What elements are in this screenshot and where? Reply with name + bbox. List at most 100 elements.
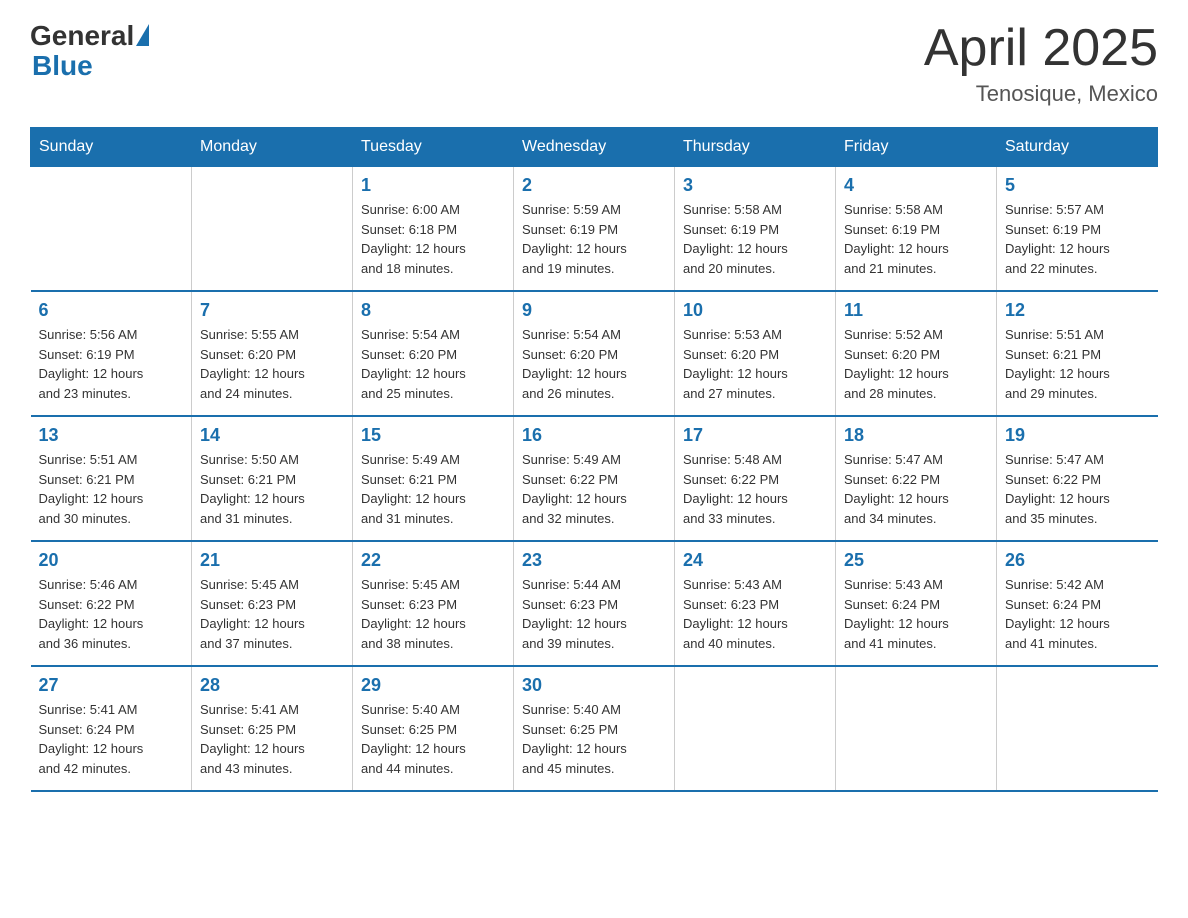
weekday-header-friday: Friday	[836, 128, 997, 167]
day-number: 18	[844, 425, 988, 446]
day-info: Sunrise: 5:59 AMSunset: 6:19 PMDaylight:…	[522, 200, 666, 278]
calendar-cell: 19 Sunrise: 5:47 AMSunset: 6:22 PMDayligh…	[997, 416, 1158, 541]
calendar-cell: 18 Sunrise: 5:47 AMSunset: 6:22 PMDayligh…	[836, 416, 997, 541]
weekday-header-sunday: Sunday	[31, 128, 192, 167]
calendar-cell: 13Sunrise: 5:51 AMSunset: 6:21 PMDayligh…	[31, 416, 192, 541]
calendar-cell: 15 Sunrise: 5:49 AMSunset: 6:21 PMDayligh…	[353, 416, 514, 541]
day-info: Sunrise: 5:47 AMSunset: 6:22 PMDaylight:…	[1005, 450, 1150, 528]
day-info: Sunrise: 5:45 AMSunset: 6:23 PMDaylight:…	[361, 575, 505, 653]
day-info: Sunrise: 5:49 AMSunset: 6:22 PMDaylight:…	[522, 450, 666, 528]
day-number: 6	[39, 300, 184, 321]
logo-general-text: General	[30, 20, 134, 52]
day-info: Sunrise: 6:00 AMSunset: 6:18 PMDaylight:…	[361, 200, 505, 278]
calendar-cell: 30 Sunrise: 5:40 AMSunset: 6:25 PMDayligh…	[514, 666, 675, 791]
day-info: Sunrise: 5:40 AMSunset: 6:25 PMDaylight:…	[361, 700, 505, 778]
day-info: Sunrise: 5:54 AMSunset: 6:20 PMDaylight:…	[522, 325, 666, 403]
calendar-cell: 2 Sunrise: 5:59 AMSunset: 6:19 PMDaylight…	[514, 167, 675, 292]
calendar-cell: 28 Sunrise: 5:41 AMSunset: 6:25 PMDayligh…	[192, 666, 353, 791]
day-number: 28	[200, 675, 344, 696]
day-number: 21	[200, 550, 344, 571]
calendar-cell	[836, 666, 997, 791]
day-info: Sunrise: 5:48 AMSunset: 6:22 PMDaylight:…	[683, 450, 827, 528]
calendar-cell: 6Sunrise: 5:56 AMSunset: 6:19 PMDaylight…	[31, 291, 192, 416]
calendar-cell: 11 Sunrise: 5:52 AMSunset: 6:20 PMDayligh…	[836, 291, 997, 416]
weekday-header-saturday: Saturday	[997, 128, 1158, 167]
day-info: Sunrise: 5:54 AMSunset: 6:20 PMDaylight:…	[361, 325, 505, 403]
calendar-cell	[31, 167, 192, 292]
weekday-header-wednesday: Wednesday	[514, 128, 675, 167]
day-info: Sunrise: 5:42 AMSunset: 6:24 PMDaylight:…	[1005, 575, 1150, 653]
day-number: 15	[361, 425, 505, 446]
calendar-cell: 9 Sunrise: 5:54 AMSunset: 6:20 PMDaylight…	[514, 291, 675, 416]
calendar-title: April 2025	[924, 20, 1158, 77]
week-row-3: 13Sunrise: 5:51 AMSunset: 6:21 PMDayligh…	[31, 416, 1158, 541]
day-info: Sunrise: 5:41 AMSunset: 6:25 PMDaylight:…	[200, 700, 344, 778]
day-info: Sunrise: 5:51 AMSunset: 6:21 PMDaylight:…	[1005, 325, 1150, 403]
day-info: Sunrise: 5:53 AMSunset: 6:20 PMDaylight:…	[683, 325, 827, 403]
day-info: Sunrise: 5:58 AMSunset: 6:19 PMDaylight:…	[844, 200, 988, 278]
day-info: Sunrise: 5:50 AMSunset: 6:21 PMDaylight:…	[200, 450, 344, 528]
calendar-cell: 21 Sunrise: 5:45 AMSunset: 6:23 PMDayligh…	[192, 541, 353, 666]
day-number: 26	[1005, 550, 1150, 571]
calendar-table: SundayMondayTuesdayWednesdayThursdayFrid…	[30, 127, 1158, 792]
weekday-header-tuesday: Tuesday	[353, 128, 514, 167]
weekday-header-thursday: Thursday	[675, 128, 836, 167]
day-info: Sunrise: 5:43 AMSunset: 6:24 PMDaylight:…	[844, 575, 988, 653]
calendar-cell: 3Sunrise: 5:58 AMSunset: 6:19 PMDaylight…	[675, 167, 836, 292]
calendar-cell: 16 Sunrise: 5:49 AMSunset: 6:22 PMDayligh…	[514, 416, 675, 541]
calendar-cell	[192, 167, 353, 292]
day-info: Sunrise: 5:52 AMSunset: 6:20 PMDaylight:…	[844, 325, 988, 403]
day-number: 14	[200, 425, 344, 446]
header: General Blue April 2025 Tenosique, Mexic…	[30, 20, 1158, 107]
day-number: 2	[522, 175, 666, 196]
calendar-cell: 24Sunrise: 5:43 AMSunset: 6:23 PMDayligh…	[675, 541, 836, 666]
weekday-header-monday: Monday	[192, 128, 353, 167]
day-info: Sunrise: 5:49 AMSunset: 6:21 PMDaylight:…	[361, 450, 505, 528]
weekday-header-row: SundayMondayTuesdayWednesdayThursdayFrid…	[31, 128, 1158, 167]
day-info: Sunrise: 5:57 AMSunset: 6:19 PMDaylight:…	[1005, 200, 1150, 278]
day-number: 23	[522, 550, 666, 571]
day-number: 4	[844, 175, 988, 196]
week-row-5: 27Sunrise: 5:41 AMSunset: 6:24 PMDayligh…	[31, 666, 1158, 791]
week-row-1: 1 Sunrise: 6:00 AMSunset: 6:18 PMDaylight…	[31, 167, 1158, 292]
calendar-cell: 26 Sunrise: 5:42 AMSunset: 6:24 PMDayligh…	[997, 541, 1158, 666]
calendar-cell: 23Sunrise: 5:44 AMSunset: 6:23 PMDayligh…	[514, 541, 675, 666]
logo-blue-text: Blue	[32, 50, 93, 82]
day-number: 5	[1005, 175, 1150, 196]
day-info: Sunrise: 5:47 AMSunset: 6:22 PMDaylight:…	[844, 450, 988, 528]
calendar-cell: 20 Sunrise: 5:46 AMSunset: 6:22 PMDayligh…	[31, 541, 192, 666]
day-info: Sunrise: 5:58 AMSunset: 6:19 PMDaylight:…	[683, 200, 827, 278]
day-number: 8	[361, 300, 505, 321]
calendar-cell: 14 Sunrise: 5:50 AMSunset: 6:21 PMDayligh…	[192, 416, 353, 541]
calendar-cell: 8 Sunrise: 5:54 AMSunset: 6:20 PMDaylight…	[353, 291, 514, 416]
calendar-cell	[675, 666, 836, 791]
day-number: 17	[683, 425, 827, 446]
calendar-cell: 25 Sunrise: 5:43 AMSunset: 6:24 PMDayligh…	[836, 541, 997, 666]
logo: General Blue	[30, 20, 149, 82]
day-number: 10	[683, 300, 827, 321]
day-number: 11	[844, 300, 988, 321]
day-number: 30	[522, 675, 666, 696]
week-row-2: 6Sunrise: 5:56 AMSunset: 6:19 PMDaylight…	[31, 291, 1158, 416]
title-area: April 2025 Tenosique, Mexico	[924, 20, 1158, 107]
day-number: 13	[39, 425, 184, 446]
day-number: 27	[39, 675, 184, 696]
day-info: Sunrise: 5:55 AMSunset: 6:20 PMDaylight:…	[200, 325, 344, 403]
day-number: 25	[844, 550, 988, 571]
day-number: 22	[361, 550, 505, 571]
week-row-4: 20 Sunrise: 5:46 AMSunset: 6:22 PMDayligh…	[31, 541, 1158, 666]
day-number: 24	[683, 550, 827, 571]
day-number: 19	[1005, 425, 1150, 446]
day-info: Sunrise: 5:45 AMSunset: 6:23 PMDaylight:…	[200, 575, 344, 653]
day-info: Sunrise: 5:40 AMSunset: 6:25 PMDaylight:…	[522, 700, 666, 778]
day-info: Sunrise: 5:46 AMSunset: 6:22 PMDaylight:…	[39, 575, 184, 653]
day-number: 20	[39, 550, 184, 571]
day-number: 16	[522, 425, 666, 446]
calendar-cell: 12Sunrise: 5:51 AMSunset: 6:21 PMDayligh…	[997, 291, 1158, 416]
calendar-cell: 10 Sunrise: 5:53 AMSunset: 6:20 PMDayligh…	[675, 291, 836, 416]
calendar-cell: 1 Sunrise: 6:00 AMSunset: 6:18 PMDaylight…	[353, 167, 514, 292]
calendar-cell: 17 Sunrise: 5:48 AMSunset: 6:22 PMDayligh…	[675, 416, 836, 541]
day-number: 9	[522, 300, 666, 321]
day-number: 7	[200, 300, 344, 321]
day-number: 1	[361, 175, 505, 196]
